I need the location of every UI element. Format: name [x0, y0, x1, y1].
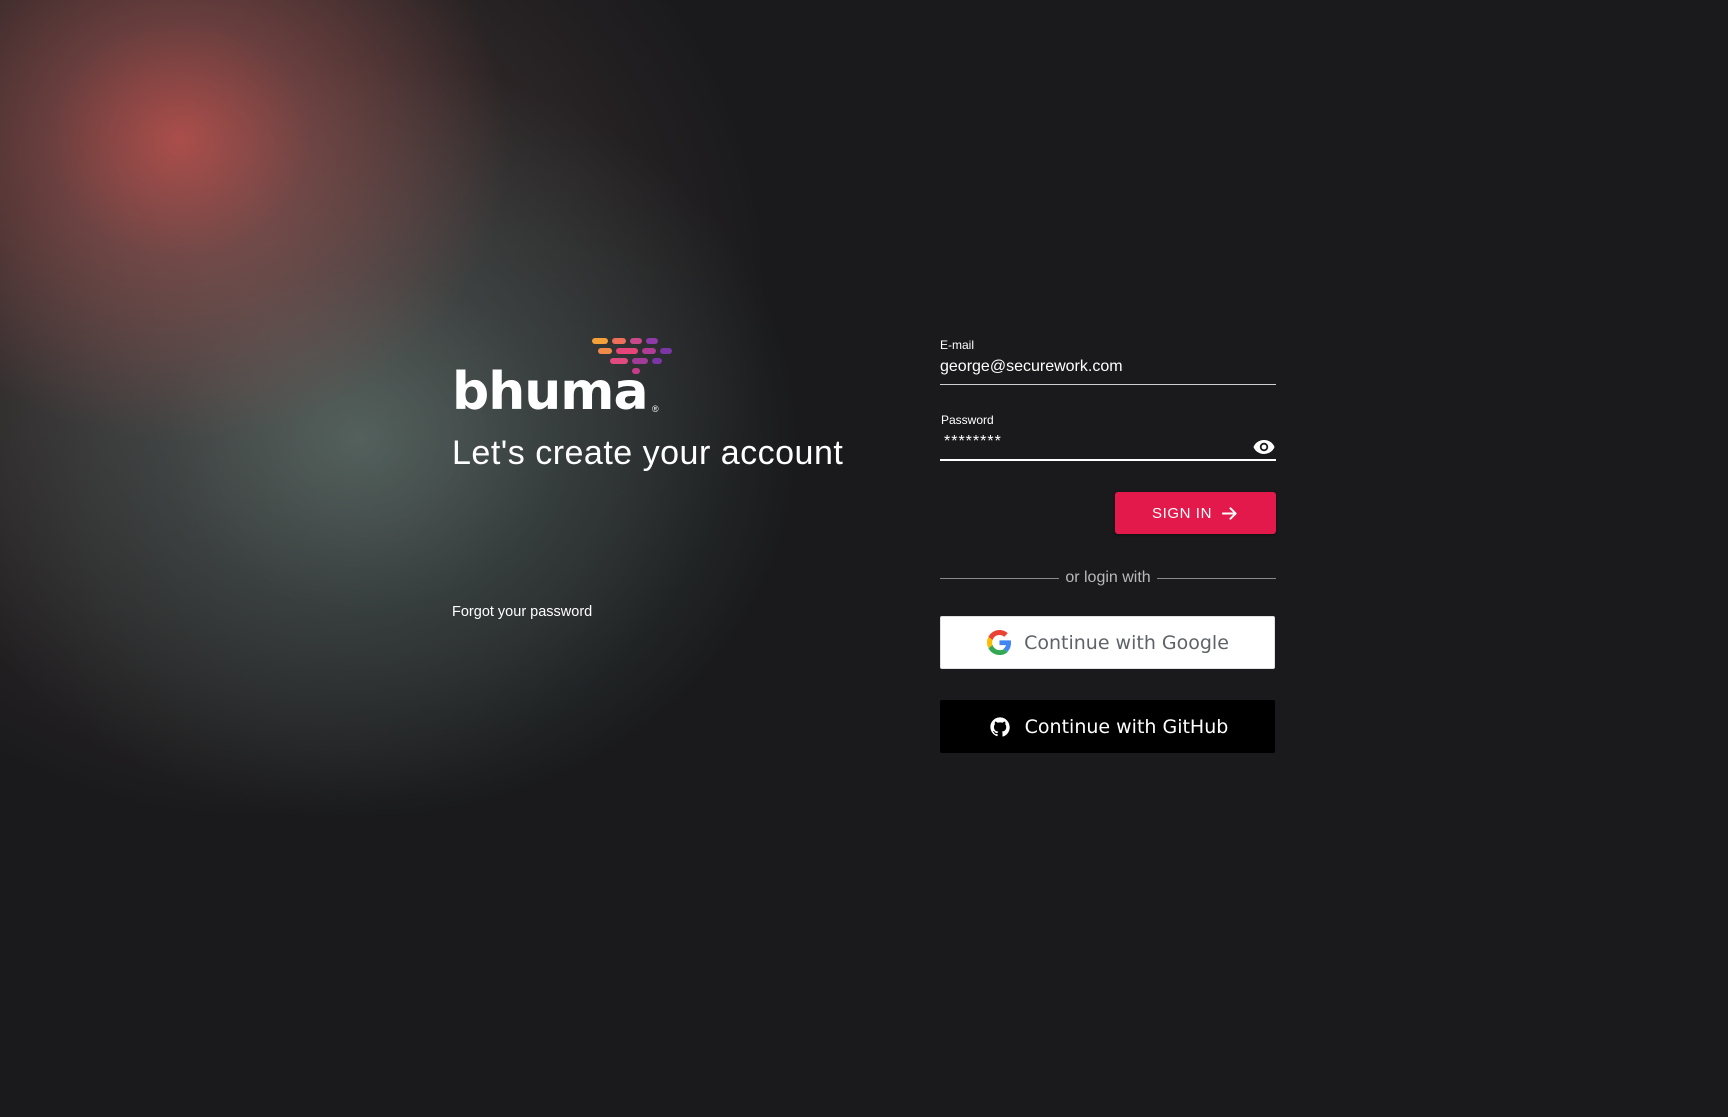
background-glow	[0, 0, 1728, 1117]
logo-wordmark: bhuma	[452, 362, 649, 422]
eye-icon[interactable]	[1252, 435, 1276, 459]
email-label: E-mail	[940, 338, 975, 352]
github-label: Continue with GitHub	[1024, 715, 1229, 738]
github-icon	[987, 714, 1013, 740]
google-icon	[986, 630, 1012, 656]
email-field-group: E-mail	[940, 338, 1276, 385]
arrow-right-icon	[1221, 506, 1237, 520]
divider-line-left	[940, 577, 1060, 579]
login-form: E-mail Password SIGN IN	[940, 338, 1276, 753]
page-title: Let's create your account	[452, 434, 844, 472]
sign-in-button[interactable]: SIGN IN	[1115, 492, 1276, 534]
divider-line-right	[1156, 577, 1276, 579]
password-field-group: Password	[940, 413, 1276, 461]
brand-panel: bhuma ® Let's create your account	[452, 338, 912, 472]
password-field[interactable]	[940, 427, 1276, 461]
github-login-button[interactable]: Continue with GitHub	[940, 700, 1275, 753]
forgot-password-link[interactable]: Forgot your password	[452, 604, 592, 620]
divider-text: or login with	[1065, 569, 1151, 586]
google-login-button[interactable]: Continue with Google	[940, 616, 1275, 669]
email-field[interactable]	[940, 352, 1276, 385]
bhuma-logo: bhuma ®	[452, 338, 672, 422]
sign-in-row: SIGN IN	[940, 492, 1276, 534]
registered-mark: ®	[652, 404, 659, 414]
login-divider: or login with	[940, 568, 1276, 588]
password-label: Password	[941, 413, 994, 427]
google-label: Continue with Google	[1024, 631, 1229, 654]
login-page: bhuma ® Let's create your account Forgot…	[0, 0, 1728, 1117]
sign-in-label: SIGN IN	[1151, 504, 1213, 522]
